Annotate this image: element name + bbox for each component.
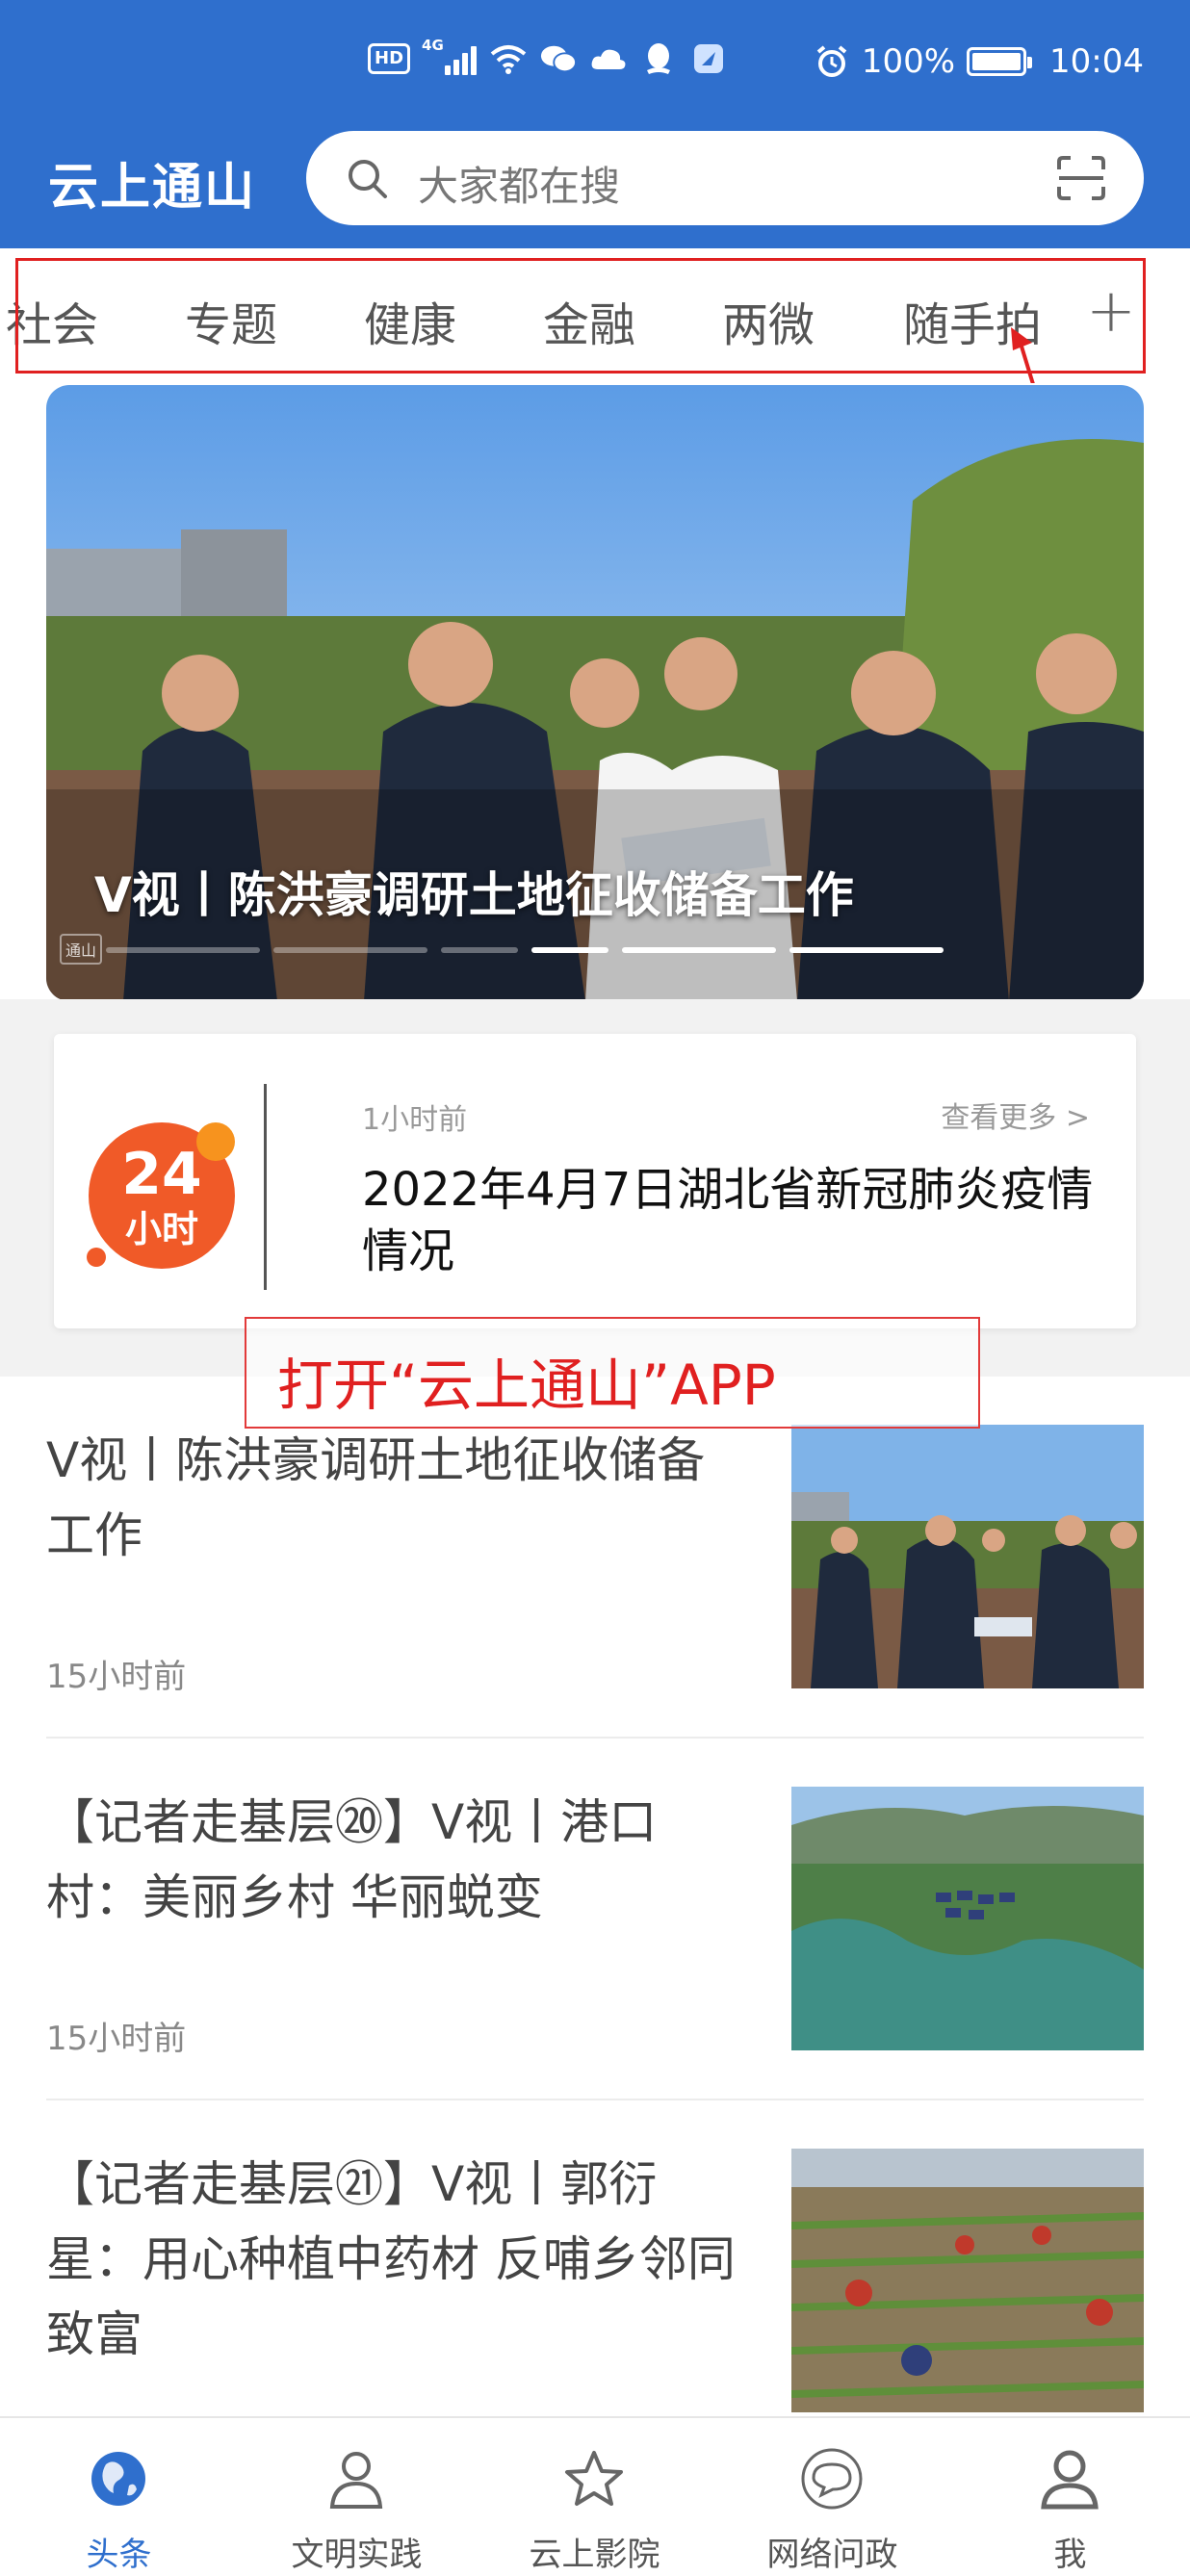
user-icon — [1041, 2450, 1099, 2510]
cloud-icon — [590, 40, 627, 77]
hd-indicator: HD — [368, 43, 411, 74]
nav-headlines[interactable]: 头条 — [0, 2418, 238, 2576]
banner-watermark-logo: 通山 — [60, 934, 103, 965]
news-thumbnail — [791, 1425, 1144, 1688]
clock: 10:04 — [1049, 42, 1144, 81]
battery-icon — [967, 47, 1033, 76]
banner-carousel[interactable]: V视丨陈洪豪调研土地征收储备工作 通山 — [46, 385, 1144, 1001]
badge-label: 小时 — [125, 1208, 198, 1250]
nav-label: 头条 — [86, 2536, 152, 2574]
view-more-link[interactable]: 查看更多 > — [941, 1094, 1090, 1136]
app-notification-icon — [690, 40, 727, 77]
nav-label: 文明实践 — [291, 2536, 423, 2574]
globe-icon — [91, 2452, 145, 2506]
status-bar: HD 4G 100% 10:04 — [0, 35, 1190, 100]
news-time: 15小时前 — [46, 1658, 187, 1696]
news-title: 【记者走基层㉑】V视丨郭衍星：用心种植中药材 反哺乡邻同致富 — [46, 2156, 736, 2362]
nav-label: 云上影院 — [529, 2536, 660, 2574]
24h-badge-icon: 24 小时 — [87, 1122, 235, 1269]
qq-icon — [640, 40, 677, 77]
nav-inquiry[interactable]: 网络问政 — [713, 2418, 951, 2576]
pagination-dot — [789, 947, 944, 953]
open-app-text: 打开“云上通山”APP — [277, 1352, 776, 1418]
list-item[interactable]: V视丨陈洪豪调研土地征收储备工作 15小时前 — [46, 1377, 1144, 1739]
search-icon — [349, 160, 387, 198]
list-item[interactable]: 【记者走基层⑳】V视丨港口村：美丽乡村 华丽蜕变 15小时前 — [46, 1739, 1144, 2100]
person-icon — [329, 2452, 383, 2509]
news-24h-card[interactable]: 24 小时 1小时前 查看更多 > 2022年4月7日湖北省新冠肺炎疫情情况 — [54, 1034, 1136, 1328]
alarm-icon — [814, 43, 850, 80]
battery-percent: 100% — [861, 42, 956, 81]
card-divider — [264, 1084, 267, 1290]
chat-icon — [801, 2448, 863, 2510]
search-placeholder: 大家都在搜 — [418, 163, 621, 210]
signal-icon: 4G — [422, 37, 478, 75]
open-app-annotation: 打开“云上通山”APP — [245, 1317, 980, 1429]
wechat-icon — [540, 40, 578, 77]
nav-cinema[interactable]: 云上影院 — [476, 2418, 713, 2576]
card-title[interactable]: 2022年4月7日湖北省新冠肺炎疫情情况 — [362, 1159, 1113, 1282]
news-time: 15小时前 — [46, 2020, 187, 2058]
wifi-icon — [490, 40, 527, 77]
news-thumbnail — [791, 2149, 1144, 2412]
network-type: 4G — [422, 37, 444, 54]
news-title: 【记者走基层⑳】V视丨港口村：美丽乡村 华丽蜕变 — [46, 1794, 658, 1925]
pagination-dot-active — [531, 947, 608, 953]
status-right: 100% 10:04 — [814, 42, 1144, 81]
pagination-dot — [441, 947, 518, 953]
search-input[interactable]: 大家都在搜 — [306, 131, 1144, 225]
nav-civilization[interactable]: 文明实践 — [238, 2418, 476, 2576]
banner-caption: V视丨陈洪豪调研土地征收储备工作 — [94, 867, 854, 923]
news-thumbnail — [791, 1787, 1144, 2050]
badge-number: 24 — [121, 1141, 202, 1208]
status-icons: HD 4G — [368, 37, 727, 77]
scan-icon[interactable] — [1055, 154, 1107, 202]
list-item[interactable]: 【记者走基层㉑】V视丨郭衍星：用心种植中药材 反哺乡邻同致富 — [46, 2100, 1144, 2462]
nav-label: 网络问政 — [766, 2536, 898, 2574]
app-header: HD 4G 100% 10:04 云上通山 大家都在搜 — [0, 0, 1190, 248]
nav-label: 我 — [1053, 2536, 1087, 2574]
news-list: V视丨陈洪豪调研土地征收储备工作 15小时前 【记者走基层⑳】V视丨港口村：美丽… — [0, 1377, 1190, 2416]
star-icon — [565, 2451, 623, 2506]
pagination-dot — [622, 947, 776, 953]
annotation-frame — [15, 258, 1146, 374]
pagination-dot — [273, 947, 427, 953]
nav-me[interactable]: 我 — [951, 2418, 1189, 2576]
banner-pagination — [106, 947, 944, 953]
app-title: 云上通山 — [48, 159, 257, 217]
bottom-nav: 头条 文明实践 云上影院 网络问政 我 — [0, 2416, 1190, 2576]
pagination-dot — [106, 947, 260, 953]
news-title: V视丨陈洪豪调研土地征收储备工作 — [46, 1432, 706, 1563]
card-time: 1小时前 — [362, 1103, 468, 1137]
